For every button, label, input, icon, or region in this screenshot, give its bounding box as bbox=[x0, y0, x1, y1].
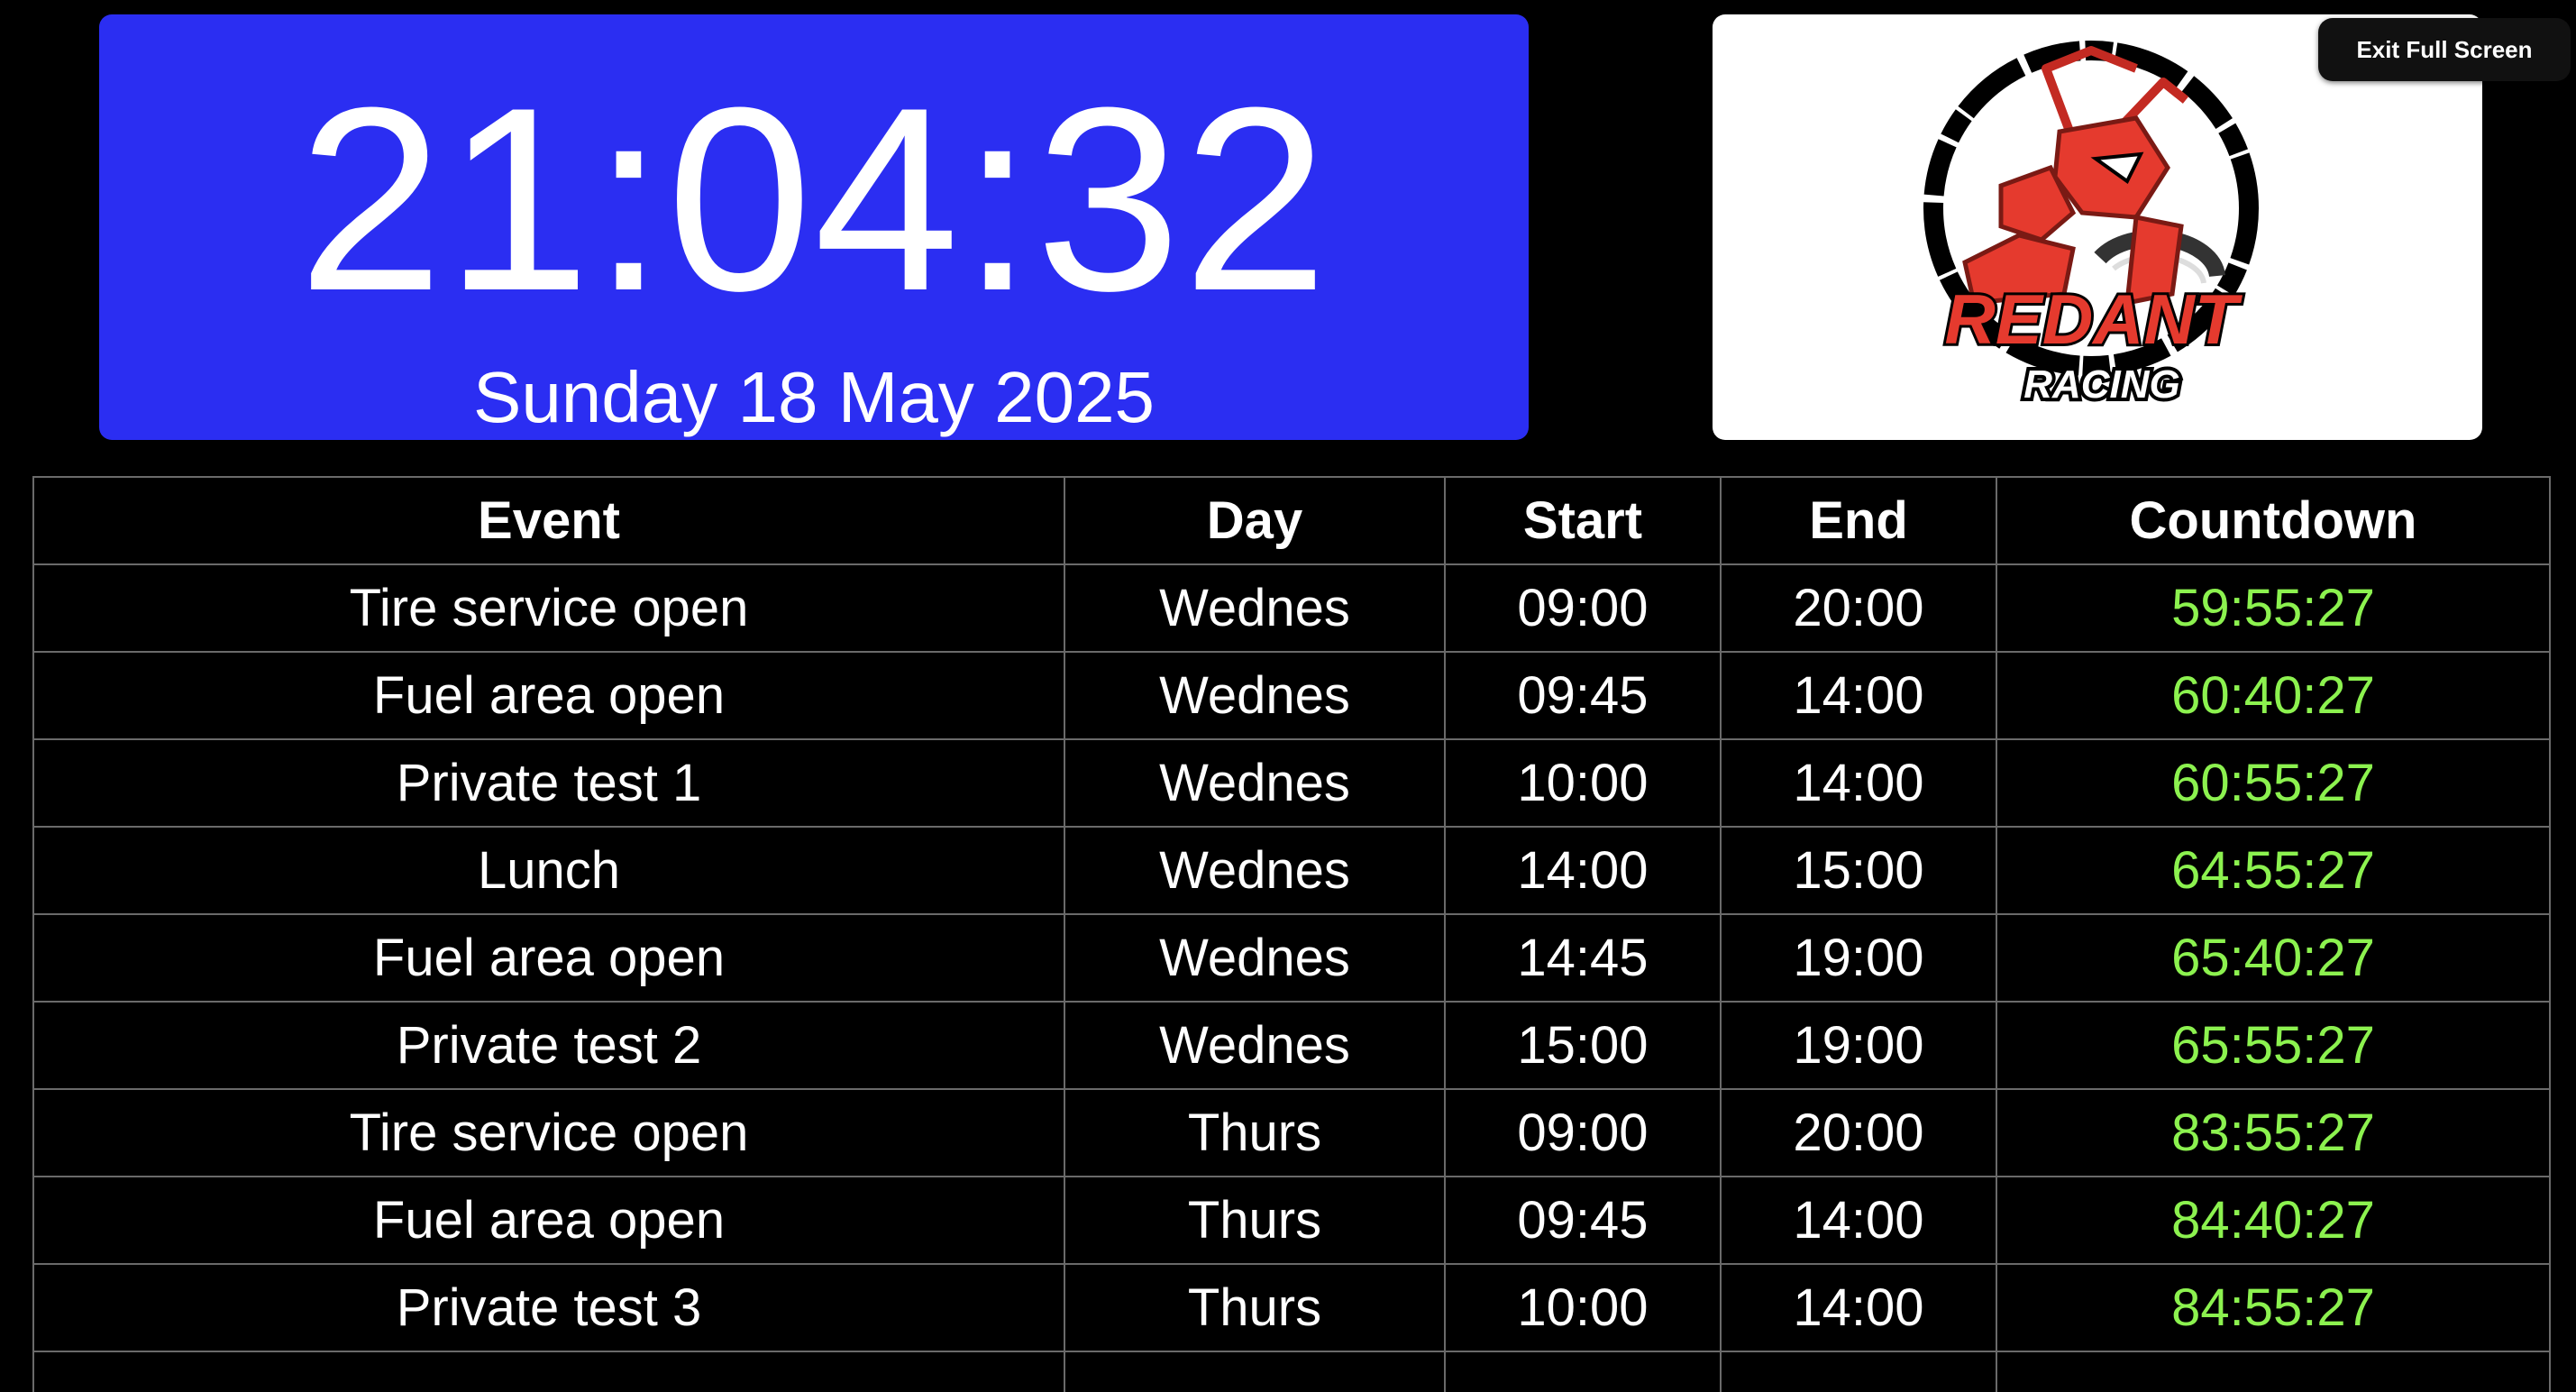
table-row bbox=[32, 1351, 2551, 1392]
day-cell: Thurs bbox=[1064, 1263, 1446, 1352]
start-cell: 14:45 bbox=[1444, 913, 1722, 1003]
event-cell: Tire service open bbox=[32, 1088, 1065, 1177]
exit-full-screen-button[interactable]: Exit Full Screen bbox=[2318, 18, 2571, 81]
day-cell: Thurs bbox=[1064, 1088, 1446, 1177]
countdown-cell: 84:40:27 bbox=[1996, 1176, 2551, 1265]
event-cell bbox=[32, 1351, 1065, 1392]
day-cell: Wednes bbox=[1064, 563, 1446, 653]
end-cell: 14:00 bbox=[1720, 1263, 1997, 1352]
table-row: Private test 2 Wednes 15:00 19:00 65:55:… bbox=[32, 1001, 2551, 1090]
countdown-cell: 83:55:27 bbox=[1996, 1088, 2551, 1177]
event-cell: Private test 2 bbox=[32, 1001, 1065, 1090]
start-cell: 09:00 bbox=[1444, 563, 1722, 653]
day-cell: Wednes bbox=[1064, 651, 1446, 740]
end-cell: 14:00 bbox=[1720, 738, 1997, 828]
column-header-event: Event bbox=[32, 476, 1065, 565]
end-cell: 19:00 bbox=[1720, 1001, 1997, 1090]
redant-wordmark: REDANT RACING bbox=[1942, 277, 2246, 410]
event-cell: Lunch bbox=[32, 826, 1065, 915]
day-cell: Wednes bbox=[1064, 913, 1446, 1003]
end-cell: 15:00 bbox=[1720, 826, 1997, 915]
countdown-cell: 60:40:27 bbox=[1996, 651, 2551, 740]
start-cell: 15:00 bbox=[1444, 1001, 1722, 1090]
start-cell: 09:45 bbox=[1444, 1176, 1722, 1265]
start-cell: 09:00 bbox=[1444, 1088, 1722, 1177]
day-cell bbox=[1064, 1351, 1446, 1392]
table-row: Fuel area open Thurs 09:45 14:00 84:40:2… bbox=[32, 1176, 2551, 1265]
table-row: Tire service open Wednes 09:00 20:00 59:… bbox=[32, 563, 2551, 653]
start-cell: 10:00 bbox=[1444, 1263, 1722, 1352]
end-cell bbox=[1720, 1351, 1997, 1392]
table-row: Tire service open Thurs 09:00 20:00 83:5… bbox=[32, 1088, 2551, 1177]
table-row: Private test 1 Wednes 10:00 14:00 60:55:… bbox=[32, 738, 2551, 828]
redant-racing-logo: REDANT RACING bbox=[1923, 41, 2259, 410]
end-cell: 14:00 bbox=[1720, 1176, 1997, 1265]
event-cell: Private test 1 bbox=[32, 738, 1065, 828]
day-cell: Wednes bbox=[1064, 1001, 1446, 1090]
event-cell: Private test 3 bbox=[32, 1263, 1065, 1352]
column-header-end: End bbox=[1720, 476, 1997, 565]
end-cell: 20:00 bbox=[1720, 563, 1997, 653]
event-schedule-table: Event Day Start End Countdown Tire servi… bbox=[32, 476, 2551, 1392]
column-header-day: Day bbox=[1064, 476, 1446, 565]
start-cell: 14:00 bbox=[1444, 826, 1722, 915]
table-row: Fuel area open Wednes 14:45 19:00 65:40:… bbox=[32, 913, 2551, 1003]
day-cell: Wednes bbox=[1064, 738, 1446, 828]
clock-panel: 21:04:32 Sunday 18 May 2025 bbox=[99, 14, 1529, 440]
event-cell: Fuel area open bbox=[32, 913, 1065, 1003]
table-row: Private test 3 Thurs 10:00 14:00 84:55:2… bbox=[32, 1263, 2551, 1352]
countdown-cell: 60:55:27 bbox=[1996, 738, 2551, 828]
svg-text:RACING: RACING bbox=[2023, 362, 2180, 407]
start-cell: 09:45 bbox=[1444, 651, 1722, 740]
end-cell: 20:00 bbox=[1720, 1088, 1997, 1177]
countdown-cell bbox=[1996, 1351, 2551, 1392]
start-cell: 10:00 bbox=[1444, 738, 1722, 828]
countdown-cell: 65:40:27 bbox=[1996, 913, 2551, 1003]
day-cell: Thurs bbox=[1064, 1176, 1446, 1265]
svg-text:REDANT: REDANT bbox=[1945, 279, 2243, 359]
end-cell: 19:00 bbox=[1720, 913, 1997, 1003]
race-schedule-screen: 21:04:32 Sunday 18 May 2025 REDANT RACIN… bbox=[0, 0, 2576, 1392]
table-row: Lunch Wednes 14:00 15:00 64:55:27 bbox=[32, 826, 2551, 915]
column-header-start: Start bbox=[1444, 476, 1722, 565]
day-cell: Wednes bbox=[1064, 826, 1446, 915]
column-header-countdown: Countdown bbox=[1996, 476, 2551, 565]
start-cell bbox=[1444, 1351, 1722, 1392]
table-row: Fuel area open Wednes 09:45 14:00 60:40:… bbox=[32, 651, 2551, 740]
countdown-cell: 64:55:27 bbox=[1996, 826, 2551, 915]
countdown-cell: 65:55:27 bbox=[1996, 1001, 2551, 1090]
event-cell: Fuel area open bbox=[32, 1176, 1065, 1265]
clock-time: 21:04:32 bbox=[297, 53, 1330, 345]
clock-date: Sunday 18 May 2025 bbox=[472, 357, 1156, 437]
event-cell: Tire service open bbox=[32, 563, 1065, 653]
table-header-row: Event Day Start End Countdown bbox=[32, 476, 2551, 565]
countdown-cell: 59:55:27 bbox=[1996, 563, 2551, 653]
end-cell: 14:00 bbox=[1720, 651, 1997, 740]
event-cell: Fuel area open bbox=[32, 651, 1065, 740]
countdown-cell: 84:55:27 bbox=[1996, 1263, 2551, 1352]
